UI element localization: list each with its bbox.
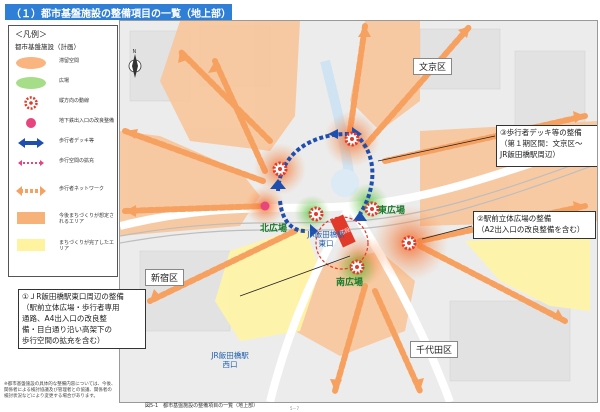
legend-item-future-area: 今後まちづくりが想定されるエリア bbox=[9, 211, 117, 229]
red-dotted-circle-icon bbox=[24, 96, 38, 110]
legend-item-vertical-flow: 縦方向の動線 bbox=[9, 96, 117, 110]
orange-area-icon bbox=[17, 212, 45, 224]
figure-caption: 図5-1 都市基盤施設の整備項目の一覧（地上部） bbox=[145, 403, 259, 409]
orange-double-arrow-icon bbox=[16, 186, 46, 196]
ward-label-shinjuku: 新宿区 bbox=[145, 269, 185, 286]
legend-subtitle: 都市基盤施設（計画） bbox=[15, 43, 80, 51]
legend-title: ＜凡例＞ bbox=[15, 30, 47, 39]
legend-item-deck: 歩行者デッキ等 bbox=[9, 136, 117, 150]
ward-label-chiyoda: 千代田区 bbox=[410, 341, 459, 358]
legend-item-pedestrian-network: 歩行者ネットワーク bbox=[9, 184, 117, 198]
station-west-exit-label: JR飯田橋駅 西口 bbox=[211, 351, 249, 369]
page-number: 5－7 bbox=[290, 406, 300, 411]
callout-2-plaza: ②駅前立体広場の整備 （A2出入口の改良整備を含む） bbox=[473, 211, 596, 239]
legend-item-completed-area: まちづくりが完了したエリア bbox=[9, 238, 117, 256]
subway-exit-icon bbox=[260, 201, 270, 211]
station-east-exit-label: JR飯田橋駅 東口 bbox=[307, 230, 345, 248]
ward-label-bunkyo: 文京区 bbox=[413, 58, 453, 75]
pink-dotted-arrow-icon bbox=[18, 160, 44, 166]
blue-double-arrow-icon bbox=[18, 138, 44, 148]
legend-item-walkway: 歩行空間の拡充 bbox=[9, 156, 117, 170]
svg-text:N: N bbox=[133, 49, 137, 55]
south-plaza-label: 南広場 bbox=[336, 278, 364, 288]
footnote: ※都市基盤施設の具体的な整備内容については、今後、関係者による検討協議及び管理者… bbox=[4, 382, 116, 399]
green-blob-icon bbox=[16, 77, 46, 89]
section-title: （１）都市基盤施設の整備項目の一覧（地上部） bbox=[11, 9, 231, 20]
map-area: 階段 N 文京区 新宿区 千代田区 北広場 東広場 南広場 JR飯田橋駅 東口 bbox=[119, 20, 598, 403]
callout-1-east-exit: ①ＪR飯田橋駅東口周辺の整備 （駅前立体広場・歩行者専用 通路、A4出入口の改良… bbox=[18, 289, 146, 349]
north-plaza-label: 北広場 bbox=[260, 224, 288, 234]
section-header: （１）都市基盤施設の整備項目の一覧（地上部） bbox=[5, 4, 232, 20]
legend-panel: ＜凡例＞ 都市基盤施設（計画） 滞留空間 広場 縦方向の動線 地下鉄出入口の改良… bbox=[8, 25, 118, 277]
orange-blob-icon bbox=[16, 57, 46, 69]
legend-item-plaza: 広場 bbox=[9, 76, 117, 90]
legend-item-subway-exit: 地下鉄出入口の改良整備 bbox=[9, 116, 117, 130]
legend-item-stay-space: 滞留空間 bbox=[9, 56, 117, 70]
east-plaza-label: 東広場 bbox=[378, 206, 406, 216]
yellow-area-icon bbox=[17, 239, 45, 251]
pink-circle-icon bbox=[26, 118, 36, 128]
callout-3-deck: ③歩行者デッキ等の整備 （第１期区間：文京区～ JR飯田橋駅周辺） bbox=[496, 125, 597, 167]
